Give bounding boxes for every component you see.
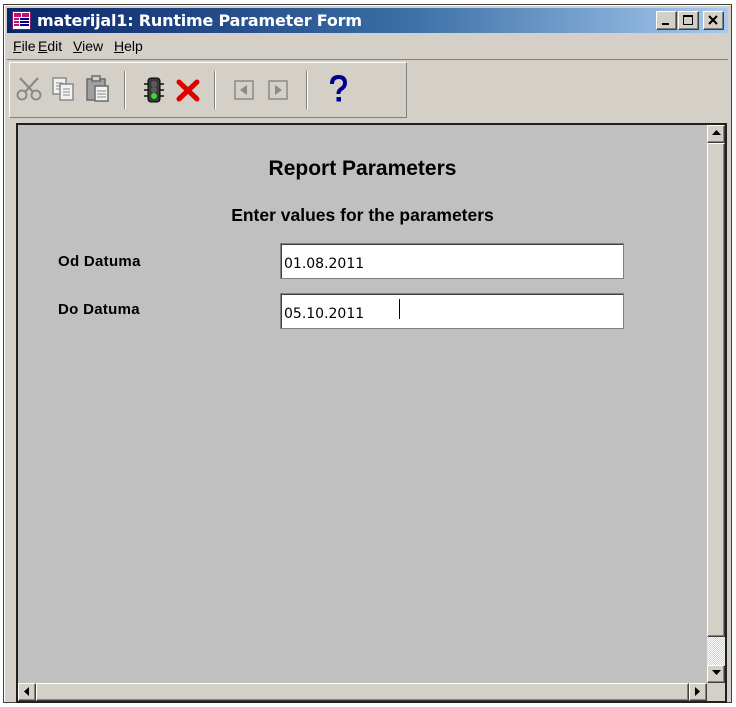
horizontal-scrollbar[interactable]	[18, 683, 707, 701]
do-datuma-input[interactable]	[280, 293, 624, 329]
menu-file-label: ile	[21, 38, 36, 54]
app-window: materijal1: Runtime Parameter Form File …	[3, 4, 732, 703]
cancel-x-icon	[176, 79, 200, 102]
text-caret	[399, 299, 400, 319]
copy-button[interactable]	[48, 73, 80, 105]
form-heading: Report Parameters	[268, 157, 457, 180]
previous-page-button[interactable]	[228, 73, 260, 105]
previous-page-icon	[234, 80, 254, 100]
close-icon	[708, 15, 718, 25]
menu-file[interactable]: File	[13, 38, 36, 54]
scroll-down-button[interactable]	[707, 665, 725, 683]
run-button[interactable]	[138, 73, 170, 105]
toolbar	[7, 59, 728, 121]
arrow-down-icon	[711, 670, 721, 675]
menu-help-label: elp	[124, 38, 143, 54]
next-page-button[interactable]	[262, 73, 294, 105]
param-label-do-datuma: Do Datuma	[58, 301, 140, 318]
scroll-up-button[interactable]	[707, 125, 725, 143]
vertical-scrollbar[interactable]	[707, 125, 725, 683]
scroll-left-button[interactable]	[18, 683, 36, 701]
od-datuma-input[interactable]	[280, 243, 624, 279]
arrow-up-icon	[711, 130, 721, 135]
help-question-icon	[330, 74, 348, 102]
minimize-icon	[662, 23, 669, 25]
menu-bar: File Edit View Help	[7, 35, 728, 57]
title-bar[interactable]: materijal1: Runtime Parameter Form	[7, 8, 728, 33]
menu-edit-accel: E	[38, 38, 48, 54]
menu-edit[interactable]: Edit	[38, 38, 62, 54]
paste-icon	[86, 75, 109, 102]
horizontal-scroll-thumb[interactable]	[36, 683, 689, 701]
parameter-form: Report Parameters Enter values for the p…	[18, 125, 707, 683]
maximize-button[interactable]	[678, 11, 699, 30]
menu-view-accel: V	[73, 38, 83, 54]
scrollbar-corner	[707, 683, 725, 701]
copy-icon	[52, 77, 74, 101]
param-label-od-datuma: Od Datuma	[58, 253, 141, 270]
close-button[interactable]	[703, 11, 724, 30]
menu-edit-label: dit	[47, 38, 63, 54]
paste-button[interactable]	[82, 73, 114, 105]
maximize-icon	[683, 15, 693, 25]
cut-button[interactable]	[14, 73, 46, 105]
parameter-form-frame: Report Parameters Enter values for the p…	[16, 123, 727, 703]
toolbar-separator	[214, 71, 216, 109]
menu-help[interactable]: Help	[114, 38, 143, 54]
window-title: materijal1: Runtime Parameter Form	[37, 11, 362, 30]
form-subheading: Enter values for the parameters	[231, 205, 494, 225]
toolbar-separator	[124, 71, 126, 109]
cancel-button[interactable]	[172, 73, 204, 105]
toolbar-group	[9, 62, 407, 118]
menu-view[interactable]: View	[73, 38, 103, 54]
next-page-icon	[268, 80, 288, 100]
arrow-left-icon	[24, 687, 29, 696]
minimize-button[interactable]	[656, 11, 677, 30]
vertical-scroll-thumb[interactable]	[707, 143, 725, 637]
menu-file-accel: F	[13, 38, 22, 54]
menu-help-accel: H	[114, 38, 125, 54]
report-form-icon[interactable]	[12, 11, 31, 30]
arrow-right-icon	[695, 687, 700, 696]
cut-icon	[16, 77, 42, 101]
menu-view-label: iew	[82, 38, 104, 54]
run-traffic-light-icon	[144, 77, 164, 103]
help-button[interactable]	[322, 73, 354, 105]
toolbar-separator	[306, 71, 308, 109]
scroll-right-button[interactable]	[689, 683, 707, 701]
